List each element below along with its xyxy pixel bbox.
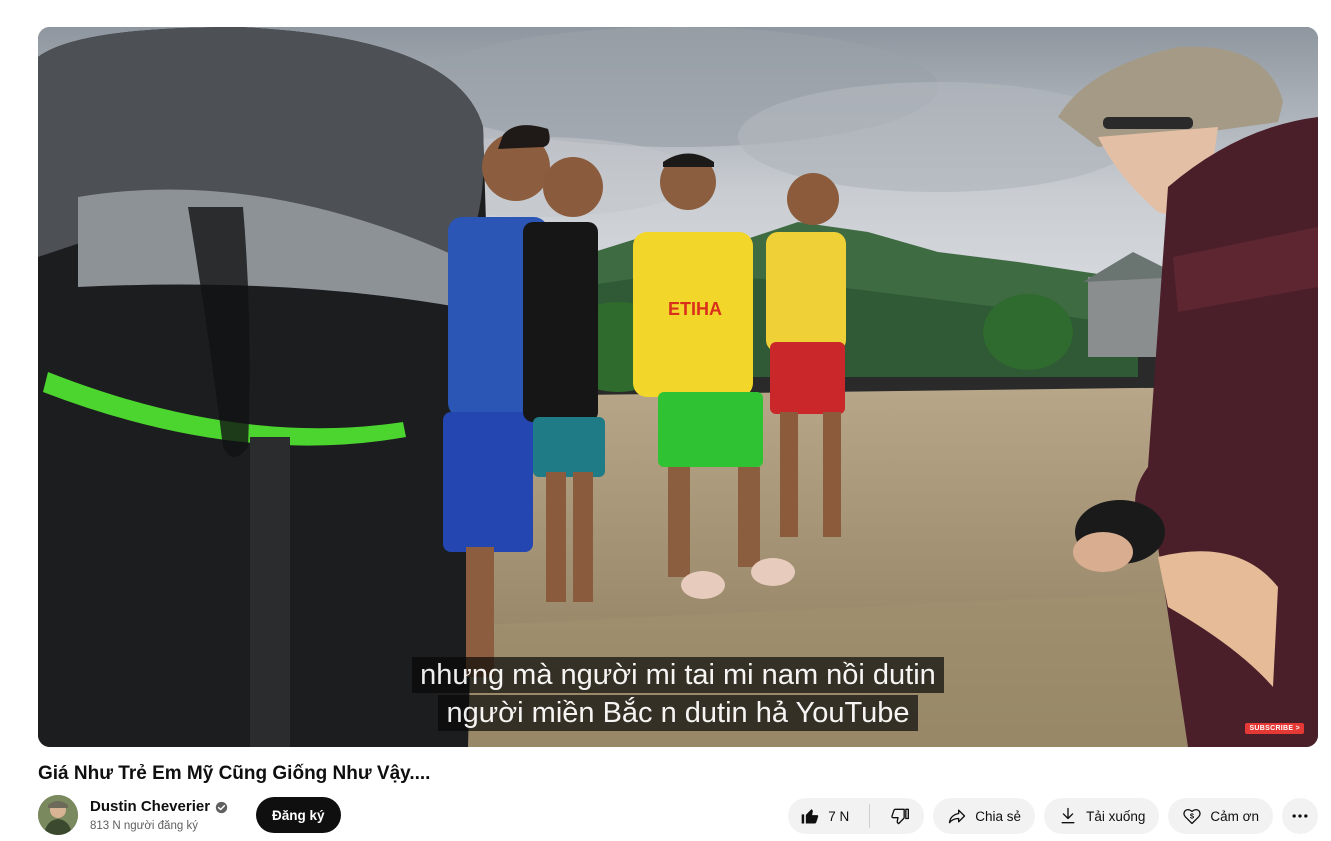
caption-line-1: nhưng mà người mi tai mi nam nồi dutin [412,657,944,693]
owner-row: Dustin Cheverier 813 N người đăng ký Đăn… [38,795,341,835]
svg-text:$: $ [1190,812,1195,821]
video-title: Giá Như Trẻ Em Mỹ Cũng Giống Như Vậy.... [38,763,431,784]
download-icon [1061,807,1075,824]
video-frame: ETIHA [38,27,1318,747]
dislike-button[interactable] [878,798,924,834]
like-dislike-group: 7 N [788,798,925,834]
svg-text:ETIHA: ETIHA [668,299,722,319]
video-player[interactable]: ETIHA nhưng mà người mi tai mi nam nồi d… [38,27,1318,747]
subscriber-count: 813 N người đăng ký [90,820,198,832]
share-button[interactable]: Chia sẻ [933,798,1036,834]
action-bar: 7 N Chia sẻ Tải xuống $ Cảm ơn [788,798,1318,834]
caption-line-2: người miền Bắc n dutin hả YouTube [438,695,918,731]
like-divider [869,804,871,828]
subscribe-watermark[interactable]: SUBSCRIBE > [1245,723,1304,734]
download-label: Tải xuống [1086,808,1146,824]
like-button[interactable]: 7 N [788,798,861,834]
more-actions-button[interactable] [1282,798,1318,834]
dollar-heart-icon: $ [1183,809,1202,825]
channel-avatar[interactable] [38,795,78,835]
caption-overlay: nhưng mà người mi tai mi nam nồi dutin n… [38,657,1318,731]
subscribe-button[interactable]: Đăng ký [256,797,341,833]
thanks-button[interactable]: $ Cảm ơn [1168,798,1273,834]
thumbs-down-icon [891,808,910,825]
thanks-label: Cảm ơn [1210,808,1259,824]
channel-name[interactable]: Dustin Cheverier [90,796,210,818]
download-button[interactable]: Tải xuống [1044,798,1160,834]
like-count: 7 N [828,808,850,824]
thumbs-up-icon [801,809,819,824]
share-label: Chia sẻ [975,808,1022,824]
share-arrow-icon [949,809,966,824]
verified-check-icon [215,801,228,813]
more-horizontal-icon [1292,814,1308,818]
